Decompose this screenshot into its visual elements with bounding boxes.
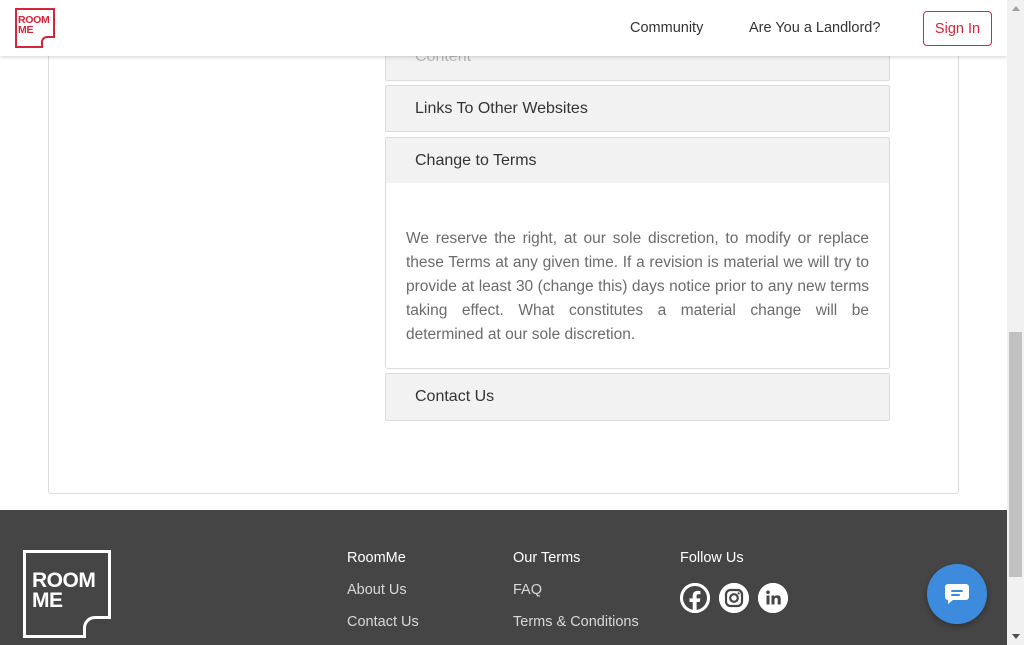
- linkedin-icon[interactable]: [758, 583, 788, 613]
- scroll-down-arrow-icon[interactable]: [1007, 628, 1024, 645]
- accordion-item-label: Links To Other Websites: [415, 99, 588, 117]
- accordion-item-label: Contact Us: [415, 388, 495, 405]
- footer-logo[interactable]: ROOM ME: [23, 550, 111, 638]
- footer: ROOM ME RoomMe About Us Contact Us Our T…: [0, 510, 1007, 645]
- page: Content Links To Other Websites Change t…: [0, 0, 1007, 645]
- facebook-icon[interactable]: [680, 583, 710, 613]
- logo-text: ROOM ME: [18, 15, 50, 36]
- footer-heading-follow-us: Follow Us: [680, 550, 744, 566]
- top-header: ROOM ME Community Are You a Landlord? Si…: [0, 0, 1007, 56]
- footer-heading-roomme: RoomMe: [347, 550, 406, 566]
- accordion-item-label: Change to Terms: [415, 151, 537, 169]
- footer-link-terms-conditions[interactable]: Terms & Conditions: [513, 614, 639, 630]
- nav-community[interactable]: Community: [630, 20, 703, 36]
- footer-link-faq[interactable]: FAQ: [513, 582, 542, 598]
- sign-in-button[interactable]: Sign In: [923, 11, 992, 46]
- footer-logo-text-line2: ME: [32, 589, 63, 612]
- footer-link-contact-us[interactable]: Contact Us: [347, 614, 419, 630]
- scroll-up-arrow-icon[interactable]: [1007, 0, 1024, 17]
- scrollbar-thumb[interactable]: [1009, 332, 1022, 577]
- footer-heading-our-terms: Our Terms: [513, 550, 581, 566]
- accordion-item-links[interactable]: Links To Other Websites: [385, 85, 890, 132]
- roomme-logo[interactable]: ROOM ME: [15, 8, 55, 48]
- accordion-item-contact-us[interactable]: Contact Us: [385, 373, 890, 421]
- vertical-scrollbar[interactable]: [1007, 0, 1024, 645]
- accordion-item-change-to-terms[interactable]: Change to Terms: [385, 137, 890, 184]
- footer-logo-notch: [83, 616, 111, 638]
- footer-logo-text: ROOM ME: [32, 570, 96, 612]
- chat-button[interactable]: [927, 564, 987, 624]
- nav-landlord[interactable]: Are You a Landlord?: [749, 20, 880, 36]
- chat-icon: [945, 584, 969, 604]
- footer-link-about-us[interactable]: About Us: [347, 582, 407, 598]
- accordion-panel-change-to-terms: We reserve the right, at our sole discre…: [385, 183, 890, 369]
- terms-change-text: We reserve the right, at our sole discre…: [406, 230, 869, 343]
- logo-notch: [41, 36, 55, 48]
- logo-text-line2: ME: [18, 24, 34, 36]
- instagram-icon[interactable]: [719, 583, 749, 613]
